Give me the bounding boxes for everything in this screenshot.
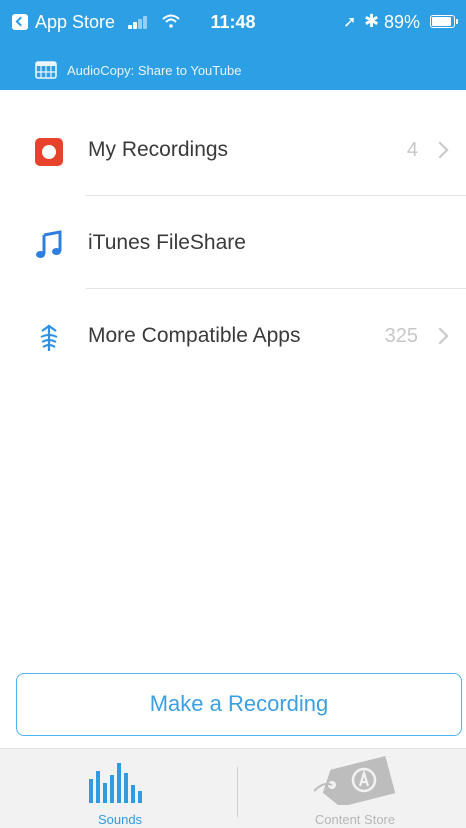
banner-text: AudioCopy: Share to YouTube bbox=[67, 63, 242, 78]
list-item-more-compatible-apps[interactable]: More Compatible Apps 325 bbox=[0, 289, 466, 381]
tab-content-store[interactable]: Content Store bbox=[295, 749, 415, 828]
chevron-right-icon bbox=[431, 327, 449, 345]
top-bar: App Store 11:48 ➚ ✱ 89% AudioCopy: Share… bbox=[0, 0, 466, 90]
record-icon bbox=[35, 138, 63, 166]
list-item-label: iTunes FileShare bbox=[88, 231, 246, 254]
list-item-label: My Recordings bbox=[88, 138, 229, 161]
calendar-grid-icon bbox=[35, 61, 57, 79]
battery-fill bbox=[432, 17, 451, 26]
tab-label: Sounds bbox=[97, 812, 143, 827]
tab-separator bbox=[237, 767, 238, 817]
price-tag-icon bbox=[313, 755, 396, 805]
tab-bar: Sounds Content Store bbox=[0, 748, 466, 828]
tab-label: Content Store bbox=[314, 812, 396, 827]
banner[interactable]: AudioCopy: Share to YouTube bbox=[0, 58, 466, 86]
battery-percent: 89% bbox=[384, 12, 421, 32]
make-recording-button[interactable]: Make a Recording bbox=[16, 673, 462, 736]
list-item-count: 325 bbox=[384, 325, 418, 347]
tab-sounds[interactable]: Sounds bbox=[60, 749, 180, 828]
status-bar: App Store 11:48 ➚ ✱ 89% bbox=[0, 0, 466, 44]
battery-icon bbox=[430, 15, 458, 28]
location-arrow-icon: ➚ bbox=[343, 14, 357, 31]
list-item-label: More Compatible Apps bbox=[88, 324, 301, 347]
list-item-count: 4 bbox=[406, 139, 418, 161]
chevron-right-icon bbox=[431, 141, 449, 159]
compatible-apps-icon bbox=[40, 324, 58, 351]
sound-bars-icon bbox=[89, 763, 142, 803]
music-note-icon bbox=[36, 230, 62, 258]
list-item-itunes-fileshare[interactable]: iTunes FileShare bbox=[0, 196, 466, 288]
bluetooth-icon: ✱ bbox=[364, 11, 380, 31]
list-item-my-recordings[interactable]: My Recordings 4 bbox=[0, 103, 466, 195]
